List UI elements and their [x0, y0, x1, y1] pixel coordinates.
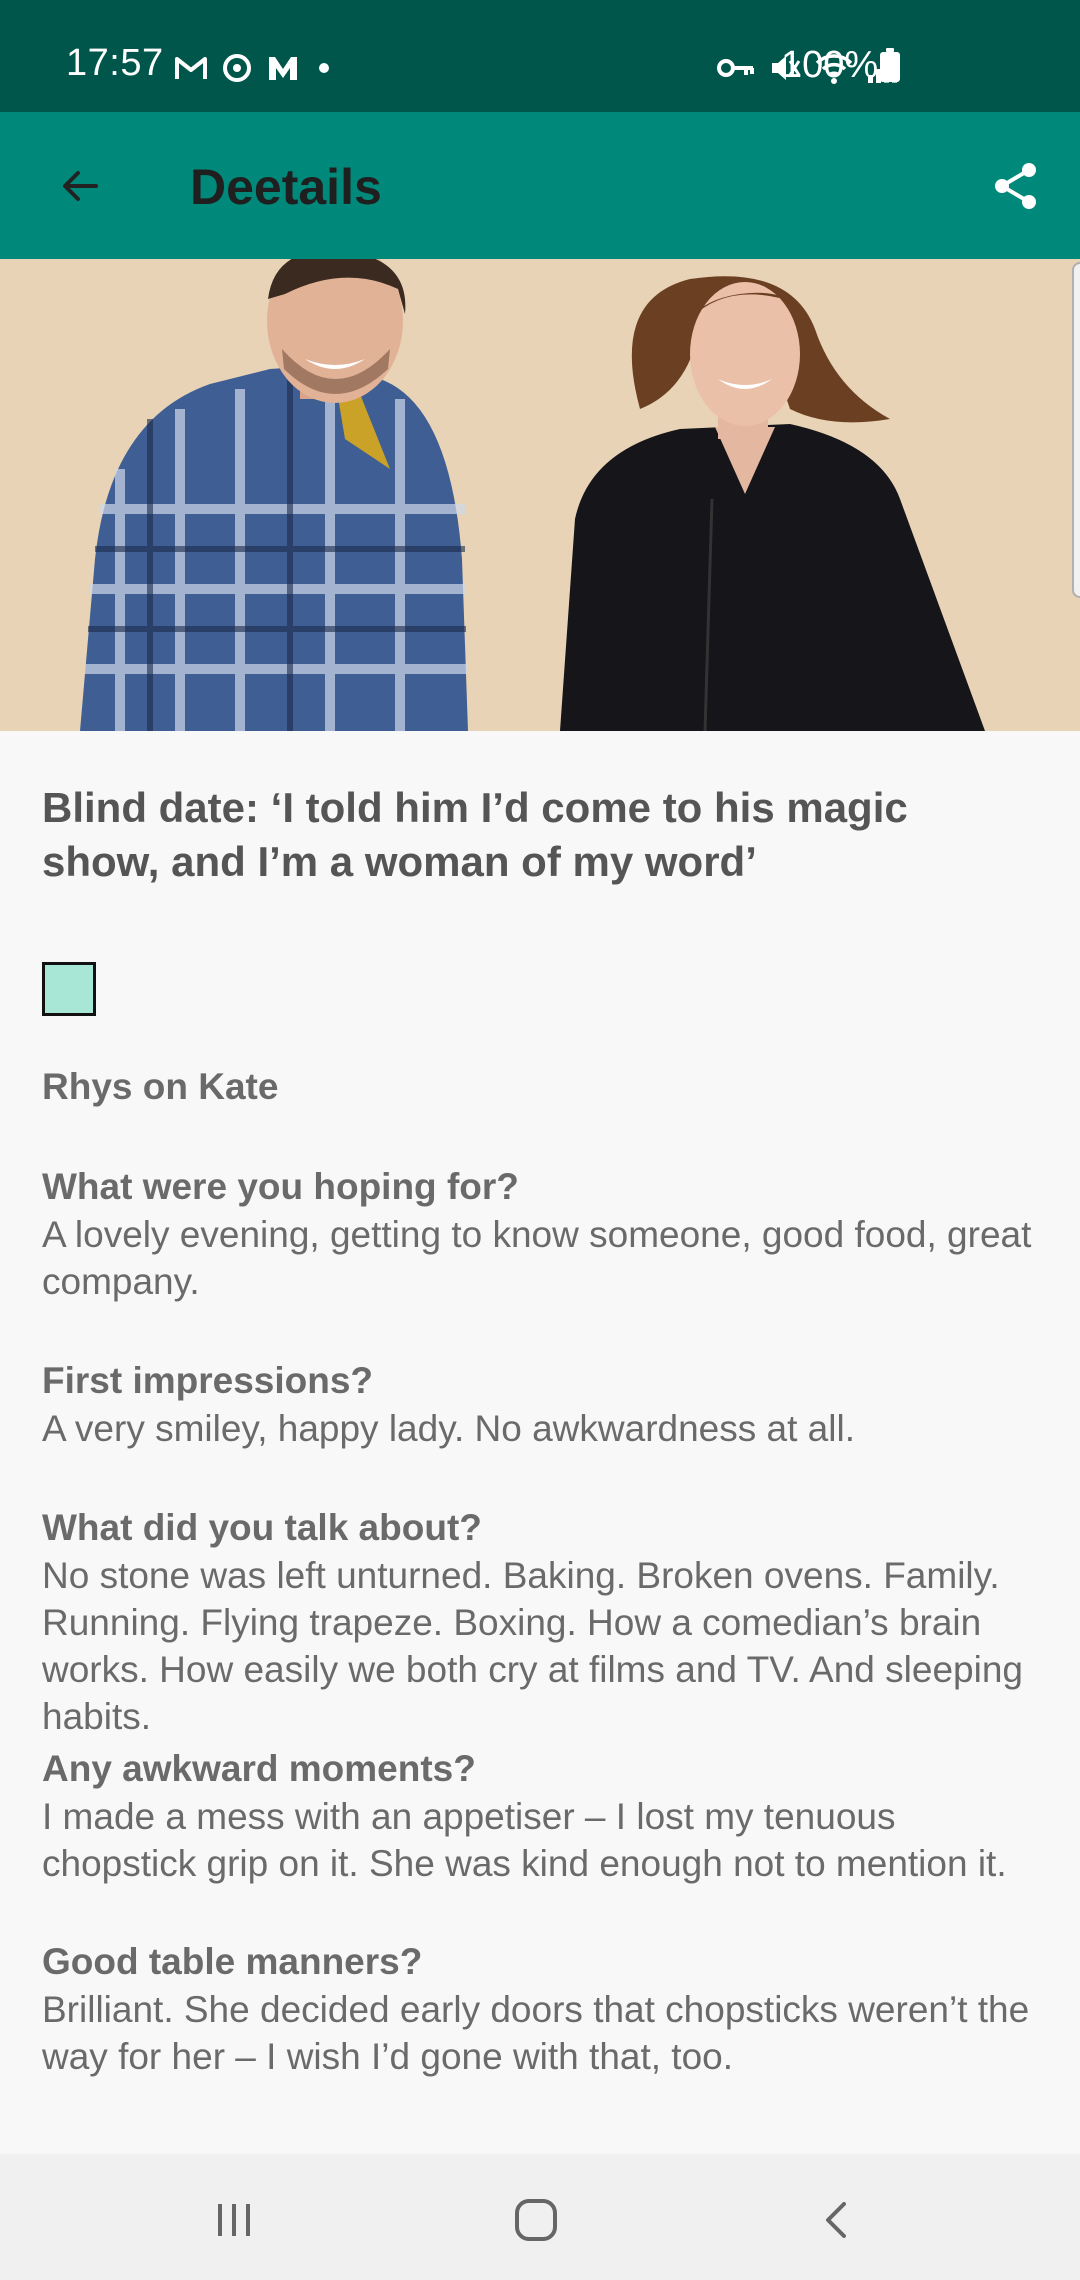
image-placeholder — [42, 962, 96, 1016]
home-icon — [515, 2199, 557, 2241]
article-headline: Blind date: ‘I told him I’d come to his … — [42, 784, 908, 885]
qa-answer: Brilliant. She decided early doors that … — [42, 1989, 1030, 2077]
back-button[interactable] — [44, 150, 116, 222]
scroll-indicator[interactable] — [1072, 262, 1080, 598]
article-hero-image — [0, 259, 1080, 731]
qa-question: What did you talk about? — [42, 1507, 482, 1548]
back-icon — [826, 2202, 846, 2238]
vpn-key-icon — [717, 59, 754, 77]
gmail-icon — [175, 57, 207, 79]
dot-icon — [319, 63, 329, 73]
couple-photo — [0, 259, 1080, 731]
status-time: 17:57 — [66, 42, 164, 84]
qa-answer: No stone was left unturned. Baking. Brok… — [42, 1555, 1023, 1737]
qa-question: Any awkward moments? — [42, 1748, 476, 1789]
notification-icons — [174, 48, 336, 88]
qa-answer: I made a mess with an appetiser – I lost… — [42, 1796, 1007, 1884]
sync-icon — [223, 54, 251, 82]
qa-item: Any awkward moments? I made a mess with … — [42, 1745, 1042, 1887]
nav-back-button[interactable] — [808, 2190, 868, 2250]
battery-icon — [880, 48, 900, 82]
app-bar: Deetails — [0, 112, 1080, 259]
qa-item: Good table manners? Brilliant. She decid… — [42, 1938, 1042, 2080]
page-title: Deetails — [190, 159, 382, 215]
qa-question: First impressions? — [42, 1360, 374, 1401]
battery-percent: 100% — [781, 44, 879, 86]
qa-question: Good table manners? — [42, 1941, 423, 1982]
qa-item: What did you talk about? No stone was le… — [42, 1504, 1042, 1740]
status-bar: 17:57 100% — [0, 0, 1080, 112]
m-icon — [269, 57, 297, 80]
qa-item: First impressions? A very smiley, happy … — [42, 1357, 1042, 1452]
recents-button[interactable] — [204, 2190, 264, 2250]
arrow-left-icon — [63, 171, 98, 201]
share-button[interactable] — [978, 148, 1054, 224]
qa-item: What were you hoping for? A lovely eveni… — [42, 1163, 1042, 1305]
section-heading: Rhys on Kate — [42, 1066, 279, 1107]
home-button[interactable] — [506, 2190, 566, 2250]
recents-icon — [218, 2204, 250, 2236]
qa-question: What were you hoping for? — [42, 1166, 519, 1207]
qa-answer: A very smiley, happy lady. No awkwardnes… — [42, 1408, 855, 1449]
qa-answer: A lovely evening, getting to know someon… — [42, 1214, 1032, 1302]
share-icon — [995, 163, 1036, 209]
system-nav-bar — [0, 2154, 1080, 2280]
